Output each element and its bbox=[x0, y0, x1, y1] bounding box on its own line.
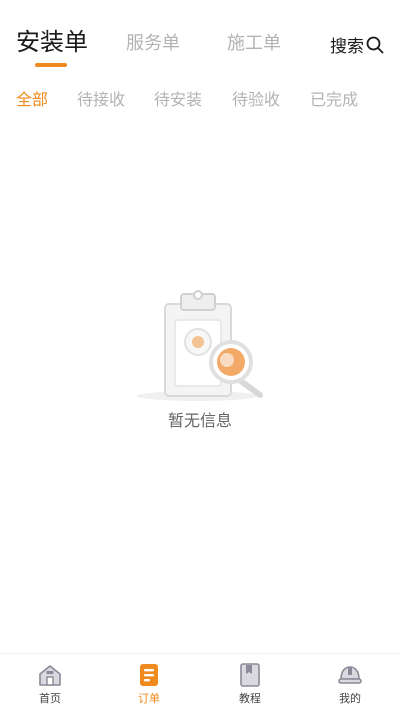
tab-service-order[interactable]: 服务单 bbox=[126, 28, 180, 60]
nav-item-orders[interactable]: 订单 bbox=[119, 662, 179, 706]
empty-state-text: 暂无信息 bbox=[167, 411, 232, 430]
nav-item-tutorial[interactable]: 教程 bbox=[220, 662, 280, 706]
search-label: 搜索 bbox=[330, 37, 364, 57]
search-button[interactable]: 搜索 bbox=[330, 32, 384, 57]
filter-pending-receive[interactable]: 待接收 bbox=[77, 86, 125, 110]
nav-label-home: 首页 bbox=[39, 692, 61, 705]
tutorial-icon bbox=[240, 663, 260, 687]
filter-pending-accept[interactable]: 待验收 bbox=[232, 86, 280, 110]
tab-construction-order[interactable]: 施工单 bbox=[227, 28, 281, 60]
nav-item-profile[interactable]: 我的 bbox=[320, 662, 380, 706]
nav-item-home[interactable]: 首页 bbox=[20, 662, 80, 706]
filter-completed[interactable]: 已完成 bbox=[310, 86, 358, 110]
tab-install-order[interactable]: 安装单 bbox=[16, 26, 88, 58]
helmet-icon bbox=[338, 666, 362, 684]
active-tab-indicator bbox=[35, 63, 67, 67]
bottom-nav-bar: 首页 订单 教程 我的 bbox=[0, 653, 400, 711]
empty-state: 暂无信息 bbox=[0, 280, 400, 440]
home-icon bbox=[39, 665, 61, 686]
order-icon bbox=[140, 664, 158, 686]
nav-label-orders: 订单 bbox=[138, 692, 160, 705]
status-filter-bar: 全部 待接收 待安装 待验收 已完成 bbox=[0, 82, 400, 112]
search-icon bbox=[366, 36, 384, 53]
top-tab-bar: 安装单 服务单 施工单 搜索 bbox=[0, 0, 400, 72]
nav-label-profile: 我的 bbox=[339, 692, 361, 705]
clipboard-search-icon bbox=[137, 290, 263, 401]
filter-all[interactable]: 全部 bbox=[16, 86, 48, 110]
filter-pending-install[interactable]: 待安装 bbox=[154, 86, 202, 110]
nav-label-tutorial: 教程 bbox=[239, 692, 261, 705]
